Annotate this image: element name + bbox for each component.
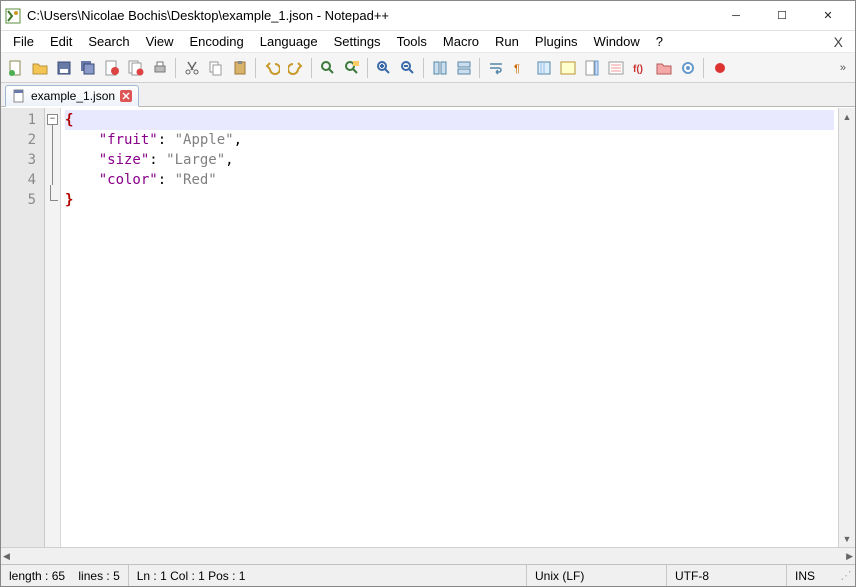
- menu-tools[interactable]: Tools: [389, 32, 435, 51]
- paste-icon[interactable]: [228, 56, 251, 79]
- fold-gutter: −: [45, 108, 61, 547]
- zoom-out-icon[interactable]: [396, 56, 419, 79]
- close-button[interactable]: ✕: [805, 1, 851, 31]
- record-icon[interactable]: [708, 56, 731, 79]
- menu-bar: File Edit Search View Encoding Language …: [1, 31, 855, 53]
- resize-grip-icon[interactable]: ⋰: [837, 569, 855, 582]
- status-mode: INS: [787, 565, 837, 586]
- zoom-in-icon[interactable]: [372, 56, 395, 79]
- print-icon[interactable]: [148, 56, 171, 79]
- toolbar-separator: [703, 58, 704, 78]
- menu-view[interactable]: View: [138, 32, 182, 51]
- file-icon: [12, 89, 26, 103]
- menu-window[interactable]: Window: [586, 32, 648, 51]
- doc-list-icon[interactable]: [604, 56, 627, 79]
- title-bar: C:\Users\Nicolae Bochis\Desktop\example_…: [1, 1, 855, 31]
- indent-guide-icon[interactable]: [532, 56, 555, 79]
- line-number-gutter: 12345: [1, 108, 45, 547]
- menu-edit[interactable]: Edit: [42, 32, 80, 51]
- tab-label: example_1.json: [31, 89, 115, 103]
- status-bar: length : 65 lines : 5 Ln : 1 Col : 1 Pos…: [1, 564, 855, 586]
- horizontal-scrollbar[interactable]: ◀ ▶: [1, 547, 855, 564]
- func-list-icon[interactable]: f(): [628, 56, 651, 79]
- maximize-button[interactable]: ☐: [759, 1, 805, 31]
- udl-icon[interactable]: [556, 56, 579, 79]
- cut-icon[interactable]: [180, 56, 203, 79]
- sync-h-icon[interactable]: [452, 56, 475, 79]
- menu-help[interactable]: ?: [648, 32, 671, 51]
- sync-v-icon[interactable]: [428, 56, 451, 79]
- new-file-icon[interactable]: [4, 56, 27, 79]
- scroll-left-icon[interactable]: ◀: [3, 551, 10, 562]
- save-icon[interactable]: [52, 56, 75, 79]
- open-file-icon[interactable]: [28, 56, 51, 79]
- undo-icon[interactable]: [260, 56, 283, 79]
- status-position: Ln : 1 Col : 1 Pos : 1: [129, 565, 527, 586]
- menu-settings[interactable]: Settings: [326, 32, 389, 51]
- redo-icon[interactable]: [284, 56, 307, 79]
- monitor-icon[interactable]: [676, 56, 699, 79]
- status-encoding: UTF-8: [667, 565, 787, 586]
- save-all-icon[interactable]: [76, 56, 99, 79]
- scroll-down-icon[interactable]: ▼: [843, 530, 852, 547]
- code-area[interactable]: { "fruit": "Apple", "size": "Large", "co…: [61, 108, 838, 547]
- toolbar-separator: [255, 58, 256, 78]
- app-icon: [5, 8, 21, 24]
- all-chars-icon[interactable]: ¶: [508, 56, 531, 79]
- svg-text:¶: ¶: [514, 63, 520, 75]
- toolbar-separator: [311, 58, 312, 78]
- window-title: C:\Users\Nicolae Bochis\Desktop\example_…: [27, 8, 713, 23]
- copy-icon[interactable]: [204, 56, 227, 79]
- window-controls: ─ ☐ ✕: [713, 1, 851, 31]
- toolbar: ¶ f() »: [1, 53, 855, 83]
- menu-macro[interactable]: Macro: [435, 32, 487, 51]
- replace-icon[interactable]: [340, 56, 363, 79]
- scroll-right-icon[interactable]: ▶: [846, 551, 853, 562]
- tab-example-1[interactable]: example_1.json: [5, 85, 139, 107]
- toolbar-separator: [175, 58, 176, 78]
- vertical-scrollbar[interactable]: ▲ ▼: [838, 108, 855, 547]
- menu-search[interactable]: Search: [80, 32, 137, 51]
- menu-file[interactable]: File: [5, 32, 42, 51]
- close-file-icon[interactable]: [100, 56, 123, 79]
- status-length: length : 65 lines : 5: [1, 565, 129, 586]
- toolbar-separator: [479, 58, 480, 78]
- find-icon[interactable]: [316, 56, 339, 79]
- menu-language[interactable]: Language: [252, 32, 326, 51]
- menu-plugins[interactable]: Plugins: [527, 32, 586, 51]
- folder-icon[interactable]: [652, 56, 675, 79]
- minimize-button[interactable]: ─: [713, 1, 759, 31]
- svg-text:f(): f(): [633, 64, 643, 75]
- toolbar-overflow-icon[interactable]: »: [834, 62, 852, 74]
- close-all-icon[interactable]: [124, 56, 147, 79]
- menu-run[interactable]: Run: [487, 32, 527, 51]
- toolbar-separator: [423, 58, 424, 78]
- tab-close-icon[interactable]: [120, 90, 132, 102]
- toolbar-separator: [367, 58, 368, 78]
- tab-bar: example_1.json: [1, 83, 855, 107]
- doc-map-icon[interactable]: [580, 56, 603, 79]
- wrap-icon[interactable]: [484, 56, 507, 79]
- menubar-close-doc[interactable]: X: [826, 32, 851, 52]
- status-eol: Unix (LF): [527, 565, 667, 586]
- menu-encoding[interactable]: Encoding: [182, 32, 252, 51]
- scroll-up-icon[interactable]: ▲: [843, 108, 852, 125]
- editor: 12345 − { "fruit": "Apple", "size": "Lar…: [1, 107, 855, 547]
